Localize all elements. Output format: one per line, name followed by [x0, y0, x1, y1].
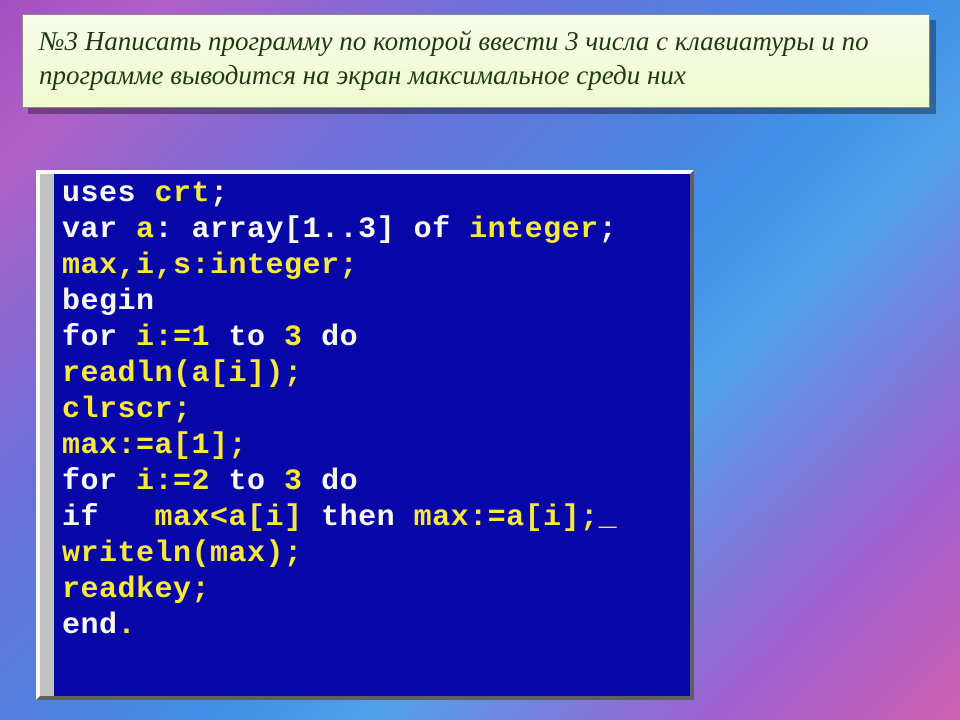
task-box: №3 Написать программу по которой ввести … — [22, 14, 930, 108]
code-line: max,i,s:integer; — [62, 248, 682, 284]
code-line: begin — [62, 284, 682, 320]
cursor: _ — [599, 501, 618, 535]
code-line: readln(a[i]); — [62, 356, 682, 392]
code-line: for i:=2 to 3 do — [62, 464, 682, 500]
code-line: uses crt; — [62, 176, 682, 212]
code-line: max:=a[1]; — [62, 428, 682, 464]
code-line: if max<a[i] then max:=a[i];_ — [62, 500, 682, 536]
code-line: readkey; — [62, 572, 682, 608]
code-area: uses crt; var a: array[1..3] of integer;… — [40, 174, 690, 696]
slide-stage: №3 Написать программу по которой ввести … — [0, 0, 960, 720]
code-line: end. — [62, 608, 682, 644]
code-line: var a: array[1..3] of integer; — [62, 212, 682, 248]
code-line: for i:=1 to 3 do — [62, 320, 682, 356]
code-window: uses crt; var a: array[1..3] of integer;… — [36, 170, 694, 700]
task-text: №3 Написать программу по которой ввести … — [39, 25, 913, 93]
code-line: writeln(max); — [62, 536, 682, 572]
code-line: clrscr; — [62, 392, 682, 428]
